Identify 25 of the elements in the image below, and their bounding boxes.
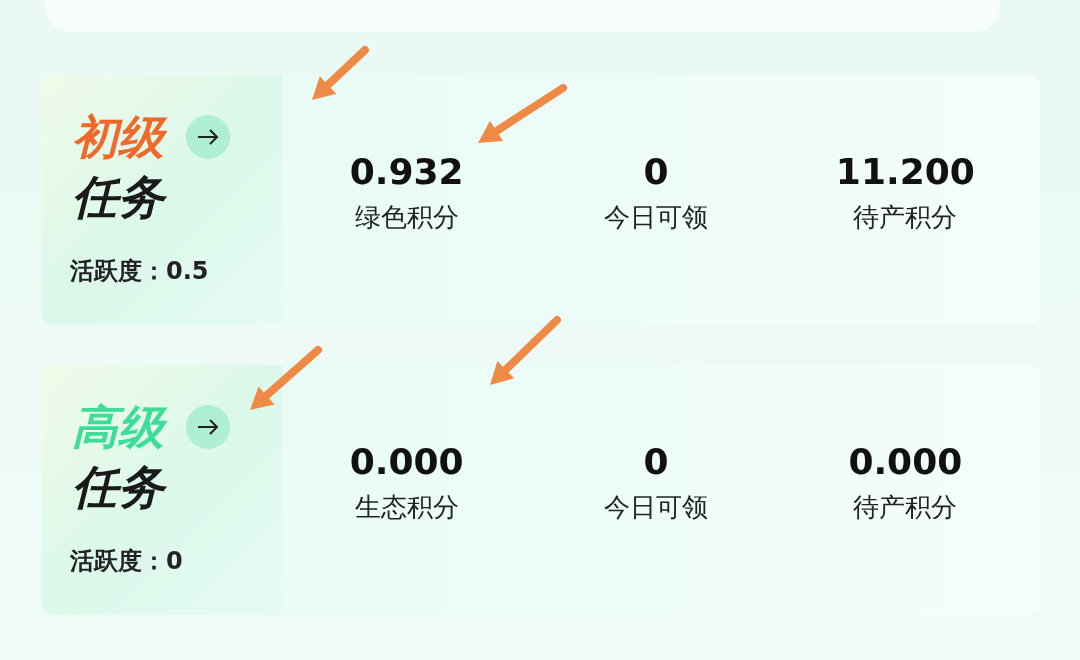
task-title: 任务 <box>70 457 172 517</box>
arrow-button[interactable] <box>186 405 230 449</box>
annotation-arrow <box>250 346 322 410</box>
task-level: 初级 <box>70 107 172 167</box>
annotation-arrow <box>490 316 561 385</box>
stat-value: 0 <box>643 441 669 482</box>
annotation-arrow <box>312 46 369 100</box>
stat-label: 生态积分 <box>354 491 459 524</box>
task-title: 任务 <box>70 167 172 227</box>
arrow-right-icon <box>197 419 219 435</box>
stat-value: 0 <box>643 151 669 192</box>
stat-value: 0.932 <box>349 151 464 192</box>
stat-value: 0.000 <box>848 441 963 482</box>
stat-label: 今日可领 <box>604 201 708 234</box>
activity-text: 活跃度：0.5 <box>70 256 209 287</box>
arrow-button[interactable] <box>186 115 230 159</box>
stat-label: 今日可领 <box>604 491 708 524</box>
stat-label: 待产积分 <box>853 491 958 524</box>
arrow-right-icon <box>197 129 219 145</box>
stat-value: 11.200 <box>835 151 975 192</box>
stat-label: 绿色积分 <box>354 201 459 234</box>
activity-text: 活跃度：0 <box>70 546 183 577</box>
task-level: 高级 <box>70 397 172 457</box>
stat-value: 0.000 <box>349 441 464 482</box>
stat-label: 待产积分 <box>853 201 958 234</box>
